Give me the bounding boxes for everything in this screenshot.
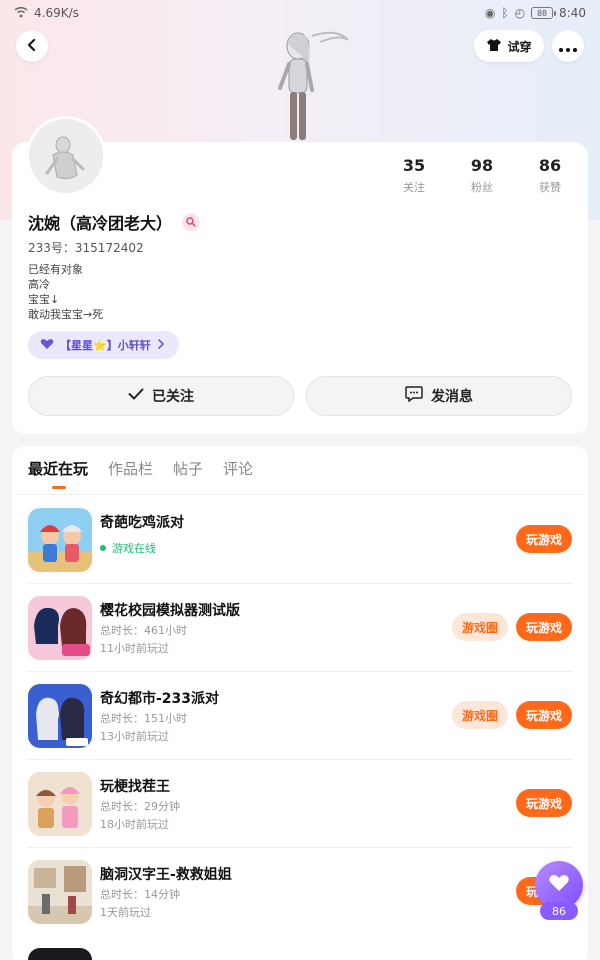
profile-name: 沈婉（高冷团老大）: [28, 214, 173, 233]
bio-line: 已经有对象: [28, 263, 83, 276]
online-status: 游戏在线: [100, 540, 156, 556]
chevron-left-icon: [25, 37, 39, 56]
game-row[interactable]: 玩梗找茬王 总时长：29分钟 18小时前玩过 玩游戏: [28, 760, 572, 848]
following-label: 关注: [403, 181, 425, 194]
stat-following[interactable]: 35 关注: [382, 156, 446, 195]
tab-posts[interactable]: 帖子: [173, 458, 203, 479]
likes-count: 86: [538, 156, 562, 175]
game-icon: [28, 772, 92, 836]
friend-tag-label: 【星星⭐】小轩轩: [60, 339, 151, 352]
game-icon: [28, 596, 92, 660]
followed-button[interactable]: 已关注: [28, 376, 294, 416]
play-game-button[interactable]: 玩游戏: [516, 613, 572, 641]
eye-icon: ◉: [484, 6, 496, 20]
bio-line: 敢动我宝宝→死: [28, 308, 104, 321]
stat-likes[interactable]: 86 获赞: [518, 156, 582, 195]
play-duration: 总时长：151小时: [100, 712, 187, 725]
play-game-button[interactable]: 玩游戏: [516, 789, 572, 817]
heart-icon: [548, 873, 570, 897]
try-on-button[interactable]: 试穿: [474, 30, 544, 62]
bio-line: 宝宝↓: [28, 293, 60, 306]
game-title: 奇幻都市-233派对: [100, 691, 220, 707]
more-options-button[interactable]: [552, 30, 584, 62]
bluetooth-icon: ᛒ: [501, 6, 509, 20]
game-circle-button[interactable]: 游戏圈: [452, 701, 508, 729]
game-icon: [28, 948, 92, 960]
game-title: 玩梗找茬王: [100, 779, 170, 795]
game-row[interactable]: 脑洞汉字王-救救姐姐 总时长：14分钟 1天前玩过 玩游戏: [28, 848, 572, 936]
stat-fans[interactable]: 98 粉丝: [450, 156, 514, 195]
game-icon: [28, 860, 92, 924]
game-title: 奇葩吃鸡派对: [100, 515, 184, 531]
online-dot: [100, 545, 106, 551]
last-played: 13小时前玩过: [100, 730, 169, 743]
active-tab-indicator: [52, 486, 66, 489]
play-game-button[interactable]: 玩游戏: [516, 701, 572, 729]
profile-stats: 35 关注 98 粉丝 86 获赞: [382, 156, 582, 195]
wifi-icon: [14, 6, 28, 21]
back-button[interactable]: [16, 30, 48, 62]
game-row[interactable]: 奇幻都市-233派对 总时长：151小时 13小时前玩过 游戏圈 玩游戏: [28, 672, 572, 760]
game-icon: [28, 508, 92, 572]
fans-count: 98: [470, 156, 494, 175]
send-message-button[interactable]: 发消息: [306, 376, 572, 416]
user-id: 233号：315172402: [28, 241, 144, 255]
avatar[interactable]: [26, 116, 106, 196]
bio-line: 高冷: [28, 278, 50, 291]
try-on-label: 试穿: [507, 39, 532, 54]
bio: 已经有对象 高冷 宝宝↓ 敢动我宝宝→死: [28, 262, 103, 322]
play-duration: 总时长：461小时: [100, 624, 187, 637]
name-row: 沈婉（高冷团老大）: [28, 210, 201, 234]
last-played: 11小时前玩过: [100, 642, 169, 655]
last-played: 1天前玩过: [100, 906, 151, 919]
game-icon: [28, 684, 92, 748]
more-dots-icon: [559, 37, 577, 56]
followed-label: 已关注: [152, 389, 194, 405]
heart-icon: [40, 338, 54, 353]
message-icon: [405, 386, 423, 406]
send-message-label: 发消息: [431, 389, 473, 405]
online-label: 游戏在线: [112, 542, 156, 555]
fans-label: 粉丝: [471, 181, 493, 194]
play-duration: 总时长：29分钟: [100, 800, 180, 813]
tab-recently-played[interactable]: 最近在玩: [28, 458, 88, 479]
tab-works[interactable]: 作品栏: [108, 458, 153, 479]
friend-tag[interactable]: 【星星⭐】小轩轩: [28, 331, 179, 359]
search-icon[interactable]: [182, 213, 201, 231]
check-icon: [128, 388, 144, 404]
profile-tabs: 最近在玩 作品栏 帖子 评论: [28, 458, 253, 479]
likes-label: 获赞: [539, 181, 561, 194]
following-count: 35: [402, 156, 426, 175]
chevron-right-icon: [157, 338, 165, 352]
like-count-badge: 86: [540, 902, 578, 920]
play-game-button[interactable]: 玩游戏: [516, 525, 572, 553]
game-circle-button[interactable]: 游戏圈: [452, 613, 508, 641]
status-time: 8:40: [559, 6, 586, 20]
last-played: 18小时前玩过: [100, 818, 169, 831]
game-row[interactable]: 奇葩吃鸡派对 游戏在线 玩游戏: [28, 496, 572, 584]
clock-icon: ◴: [514, 6, 526, 20]
game-title: 樱花校园模拟器测试版: [100, 603, 240, 619]
game-title: 脑洞汉字王-救救姐姐: [100, 867, 232, 883]
avatar-character-figure: [262, 26, 352, 142]
tshirt-icon: [486, 38, 502, 55]
tab-comments[interactable]: 评论: [223, 458, 253, 479]
network-speed: 4.69K/s: [34, 6, 79, 20]
battery-icon: 88: [531, 7, 557, 19]
play-duration: 总时长：14分钟: [100, 888, 180, 901]
game-row[interactable]: 樱花校园模拟器测试版 总时长：461小时 11小时前玩过 游戏圈 玩游戏: [28, 584, 572, 672]
tabs-divider: [12, 494, 588, 495]
status-bar: 4.69K/s ◉ ᛒ ◴ 88 8:40: [0, 0, 600, 26]
